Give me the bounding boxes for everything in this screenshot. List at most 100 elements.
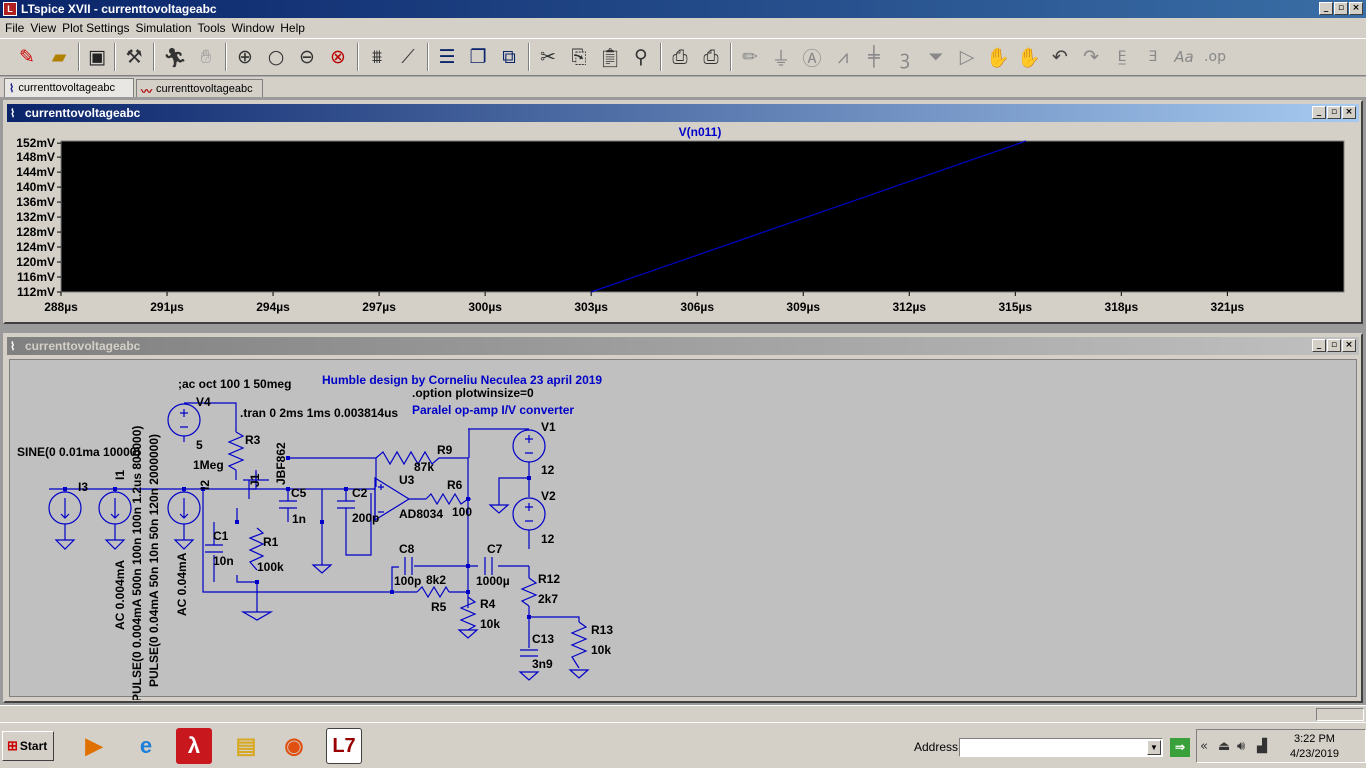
option-directive[interactable]: .option plotwinsize=0 [412,386,534,400]
r5-value[interactable]: 8k2 [426,573,446,587]
voltage-source-v4[interactable] [167,403,201,442]
clock-date[interactable]: 4/23/2019 [1290,748,1339,760]
c2-value[interactable]: 200p [352,511,379,525]
capacitor-c13[interactable] [520,649,538,657]
spice-directive-icon[interactable]: .op [1202,44,1228,70]
restore-button[interactable]: ▫ [1334,2,1348,15]
c2-label[interactable]: C2 [352,486,368,500]
c13-value[interactable]: 3n9 [532,657,553,671]
ground-icon[interactable]: ⏚ [768,44,794,70]
r3-value[interactable]: 1Meg [193,458,224,472]
subtitle-comment[interactable]: Paralel op-amp I/V converter [412,403,574,417]
file-explorer-icon[interactable]: ▤ [228,728,264,764]
ac-directive[interactable]: ;ac oct 100 1 50meg [178,377,291,391]
restore-button[interactable]: ▫ [1327,106,1341,119]
capacitor-icon[interactable]: ╪ [861,44,887,70]
tab-schematic[interactable]: ⌇ currenttovoltageabc [4,78,134,97]
diode-icon[interactable]: ⏷ [923,44,949,70]
control-panel-icon[interactable]: ⚒ [121,44,147,70]
voltage-source-v1[interactable] [512,429,546,463]
j1-label[interactable]: J1 [248,473,262,487]
capacitor-c7[interactable] [484,557,493,575]
resistor-r6[interactable] [425,492,469,506]
resistor-r12[interactable] [520,577,538,607]
autorange-icon[interactable]: ⩩ [364,44,390,70]
resistor-r3[interactable] [227,431,245,471]
waveform-plot[interactable]: V(n011) 152mV148mV144mV140mV136mV132mV12… [7,122,1359,320]
i2-ac[interactable]: AC 0.04mA [175,552,189,616]
find-icon[interactable]: ⚲ [628,44,654,70]
safely-remove-icon[interactable]: ⏏ [1218,739,1230,754]
current-source-i3[interactable] [48,491,82,550]
tile-vertical-icon[interactable]: ⧉ [496,44,522,70]
c8-label[interactable]: C8 [399,542,415,556]
minimize-button[interactable]: _ [1319,2,1333,15]
plot-area[interactable]: V(n011) 152mV 148mV 144mV 140mV 136mV 132mV 12… [7,122,1359,320]
i2-label[interactable]: I2 [198,480,212,490]
c5-value[interactable]: 1n [292,512,306,526]
open-icon[interactable]: ▰ [46,44,72,70]
cascade-icon[interactable]: ❐ [465,44,491,70]
undo-icon[interactable]: ↶ [1047,44,1073,70]
trace-name[interactable]: V(n011) [679,125,722,139]
network-icon[interactable]: ▟ [1257,739,1267,754]
address-input[interactable] [959,738,1163,757]
minimize-button[interactable]: _ [1312,339,1326,352]
resistor-r13[interactable] [570,621,588,669]
drag-icon[interactable]: ✋ [1016,44,1042,70]
close-button[interactable]: × [1349,2,1363,15]
menu-plot-settings[interactable]: Plot Settings [61,18,134,38]
paste-icon[interactable]: 📋︎ [597,44,623,70]
u3-model[interactable]: AD8034 [399,507,443,521]
tile-horizontal-icon[interactable]: ☰ [434,44,460,70]
rotate-icon[interactable]: E̲ [1109,44,1135,70]
move-icon[interactable]: ✋ [985,44,1011,70]
v1-label[interactable]: V1 [541,420,556,434]
resistor-r5[interactable] [416,585,450,599]
v2-value[interactable]: 12 [541,532,555,546]
current-source-i1[interactable] [98,491,132,550]
r3-label[interactable]: R3 [245,433,261,447]
capacitor-c8[interactable] [404,557,413,575]
c1-label[interactable]: C1 [213,529,229,543]
ltspice-taskbar-icon[interactable]: L7 [326,728,362,764]
r5-label[interactable]: R5 [431,600,447,614]
r9-value[interactable]: 87k [414,460,434,474]
tran-directive[interactable]: .tran 0 2ms 1ms 0.003814us [240,406,398,420]
address-dropdown-button[interactable]: ▼ [1147,740,1161,755]
label-net-icon[interactable]: Ⓐ [799,44,825,70]
zoom-fit-icon[interactable]: ⊖ [294,44,320,70]
i2-pulse[interactable]: PULSE(0 0.04mA 50n 10n 50n 120n 2000000) [147,434,161,687]
u3-label[interactable]: U3 [399,473,415,487]
v2-label[interactable]: V2 [541,489,556,503]
capacitor-c1[interactable] [205,544,223,553]
i1-ac[interactable]: AC 0.004mA [113,560,127,630]
menu-file[interactable]: File [4,18,29,38]
r4-label[interactable]: R4 [480,597,496,611]
r13-value[interactable]: 10k [591,643,611,657]
r1-value[interactable]: 100k [257,560,284,574]
print-preview-icon[interactable]: ⎙ [667,44,693,70]
close-button[interactable]: × [1342,339,1356,352]
c5-label[interactable]: C5 [291,486,307,500]
plot-background[interactable] [60,140,1345,293]
draw-wire-icon[interactable]: ✏ [737,44,763,70]
i1-label[interactable]: I1 [113,470,127,480]
restore-button[interactable]: ▫ [1327,339,1341,352]
menu-help[interactable]: Help [279,18,310,38]
firefox-icon[interactable]: ◉ [276,728,312,764]
r6-label[interactable]: R6 [447,478,463,492]
tab-waveform[interactable]: 〰 currenttovoltageabc [136,79,263,98]
redo-icon[interactable]: ↷ [1078,44,1104,70]
menu-simulation[interactable]: Simulation [135,18,197,38]
zoom-out-icon[interactable]: ○ [263,44,289,70]
i3-waveform[interactable]: SINE(0 0.01ma 10000) [17,445,140,459]
c7-value[interactable]: 1000µ [476,574,510,588]
ltspice-app-icon[interactable]: L [3,2,17,16]
waveform-window-titlebar[interactable]: ⌇ currenttovoltageabc _ ▫ × [7,104,1359,122]
r12-value[interactable]: 2k7 [538,592,558,606]
cut-icon[interactable]: ✂ [535,44,561,70]
r6-value[interactable]: 100 [452,505,472,519]
zoom-in-icon[interactable]: ⊕ [232,44,258,70]
component-icon[interactable]: ▷ [954,44,980,70]
